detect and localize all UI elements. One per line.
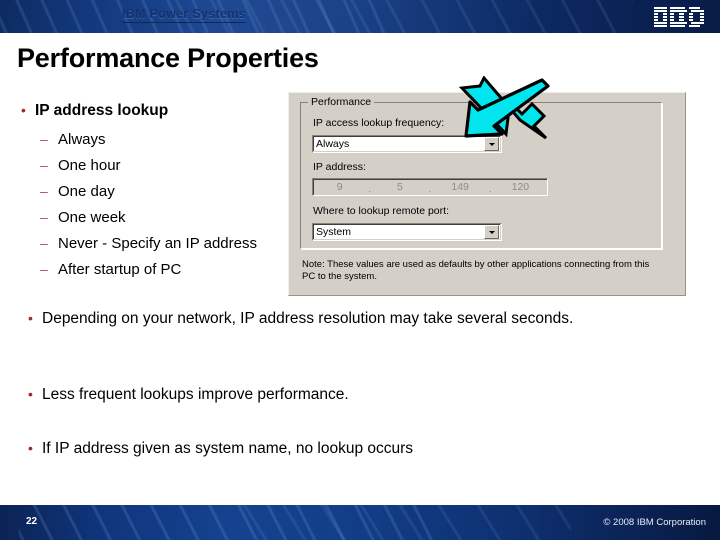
- sub-bullet-one-day: – One day: [40, 182, 310, 202]
- performance-properties-dialog-screenshot: Performance IP access lookup frequency: …: [288, 92, 686, 296]
- sub-bullet-text: Never - Specify an IP address: [58, 235, 257, 252]
- ip-separator: .: [428, 183, 432, 195]
- ip-separator: .: [368, 183, 372, 195]
- bullet-less-frequent-lookups: • Less frequent lookups improve performa…: [24, 384, 644, 405]
- remote-port-label: Where to lookup remote port:: [313, 205, 449, 217]
- sub-bullet-never-specify-ip: – Never - Specify an IP address: [40, 234, 330, 254]
- bullet-system-name-no-lookup: • If IP address given as system name, no…: [24, 438, 644, 459]
- ibm-logo: [654, 7, 708, 27]
- dash-marker-icon: –: [40, 183, 48, 199]
- lookup-frequency-value: Always: [316, 138, 350, 150]
- bullet-ip-address-lookup: • IP address lookup: [17, 100, 297, 121]
- sub-bullet-text: After startup of PC: [58, 261, 182, 278]
- bullet-marker-icon: •: [28, 440, 33, 456]
- bullet-marker-icon: •: [28, 386, 33, 402]
- bullet-network-resolution: • Depending on your network, IP address …: [24, 308, 664, 329]
- lookup-frequency-combobox[interactable]: Always: [312, 135, 502, 153]
- dash-marker-icon: –: [40, 131, 48, 147]
- ip-octet-1: 9: [336, 181, 343, 193]
- brand-title: IBM Power Systems: [122, 7, 246, 23]
- performance-groupbox-label: Performance: [308, 96, 375, 108]
- ip-octet-4: 120: [511, 181, 530, 193]
- ip-address-field[interactable]: 9 . 5 . 149 . 120: [312, 178, 548, 196]
- sub-bullet-one-week: – One week: [40, 208, 310, 228]
- bullet-text: IP address lookup: [35, 102, 169, 119]
- bullet-marker-icon: •: [28, 310, 33, 326]
- dash-marker-icon: –: [40, 209, 48, 225]
- dialog-note-text: Note: These values are used as defaults …: [302, 259, 650, 282]
- dash-marker-icon: –: [40, 157, 48, 173]
- sub-bullet-text: Always: [58, 131, 106, 148]
- ip-address-label: IP address:: [313, 161, 366, 173]
- sub-bullet-one-hour: – One hour: [40, 156, 310, 176]
- remote-port-value: System: [316, 226, 352, 238]
- dash-marker-icon: –: [40, 261, 48, 277]
- chevron-down-icon[interactable]: [484, 225, 499, 239]
- chevron-down-icon[interactable]: [484, 137, 499, 151]
- remote-port-combobox[interactable]: System: [312, 223, 502, 241]
- frequency-label: IP access lookup frequency:: [313, 117, 445, 129]
- bullet-text: If IP address given as system name, no l…: [42, 440, 414, 457]
- bullet-text: Depending on your network, IP address re…: [42, 310, 574, 327]
- sub-bullet-always: – Always: [40, 130, 310, 150]
- bullet-text: Less frequent lookups improve performanc…: [42, 386, 349, 403]
- ip-octet-3: 149: [451, 181, 469, 193]
- sub-bullet-text: One hour: [58, 157, 121, 174]
- bullet-marker-icon: •: [21, 102, 26, 118]
- sub-bullet-after-startup: – After startup of PC: [40, 260, 320, 280]
- copyright-text: © 2008 IBM Corporation: [603, 517, 706, 528]
- sub-bullet-text: One day: [58, 183, 115, 200]
- ip-separator: .: [488, 183, 492, 195]
- dash-marker-icon: –: [40, 235, 48, 251]
- ip-octet-2: 5: [396, 181, 403, 193]
- sub-bullet-text: One week: [58, 209, 126, 226]
- header-band: IBM Power Systems: [0, 0, 720, 33]
- page-number: 22: [26, 516, 38, 527]
- page-title: Performance Properties: [17, 43, 319, 73]
- footer-band: 22 © 2008 IBM Corporation: [0, 505, 720, 540]
